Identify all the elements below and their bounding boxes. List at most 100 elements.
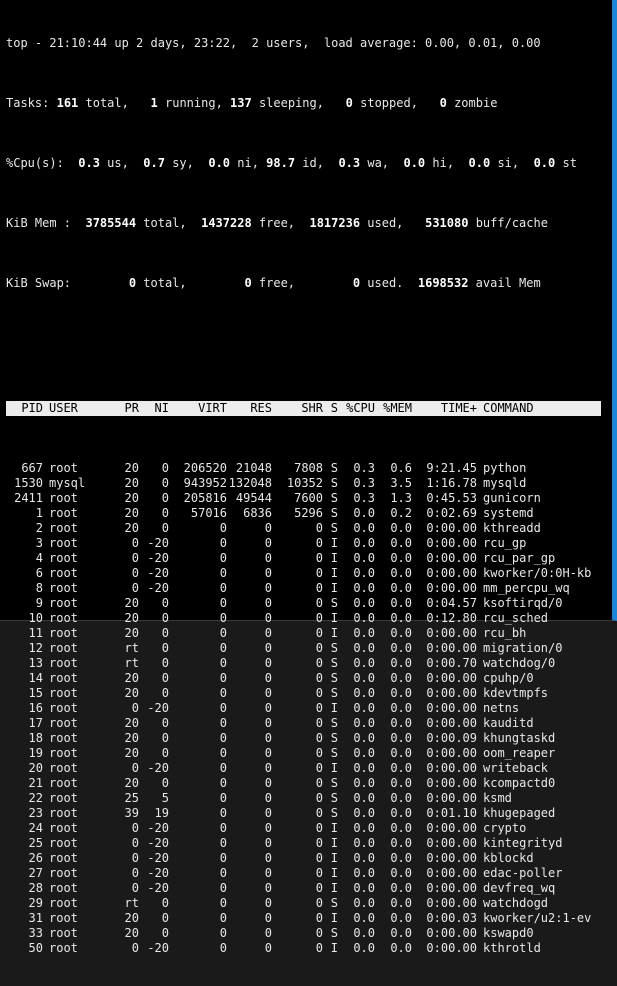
process-row[interactable]: 20 root 0 -20 0 0 0 I 0.0 0.0 0:00.00 writeback xyxy=(6,761,606,776)
col-cpu[interactable]: %CPU xyxy=(338,401,375,416)
cell-mem: 0.0 xyxy=(390,731,412,745)
cell-time: 0:00.00 xyxy=(426,941,477,955)
process-row[interactable]: 11 root 20 0 0 0 0 I 0.0 0.0 0:00.00 rcu_bh xyxy=(6,626,606,641)
cell-virt: 0 xyxy=(219,746,227,760)
cell-cpu: 0.0 xyxy=(353,926,375,940)
col-mem[interactable]: %MEM xyxy=(375,401,412,416)
col-shr[interactable]: SHR xyxy=(272,401,323,416)
process-row[interactable]: 8 root 0 -20 0 0 0 I 0.0 0.0 0:00.00 mm_percpu_wq xyxy=(6,581,606,596)
tasks-stopped-label: stopped, xyxy=(352,96,418,110)
process-row[interactable]: 13 root rt 0 0 0 0 S 0.0 0.0 0:00.70 watchdog/0 xyxy=(6,656,606,671)
process-row[interactable]: 24 root 0 -20 0 0 0 I 0.0 0.0 0:00.00 crypto xyxy=(6,821,606,836)
swap-avail-label: avail Mem xyxy=(468,276,541,290)
cell-command: rcu_gp xyxy=(483,536,527,550)
cell-command: mm_percpu_wq xyxy=(483,581,570,595)
process-row[interactable]: 28 root 0 -20 0 0 0 I 0.0 0.0 0:00.00 devfreq_wq xyxy=(6,881,606,896)
col-virt[interactable]: VIRT xyxy=(169,401,227,416)
process-row[interactable]: 15 root 20 0 0 0 0 S 0.0 0.0 0:00.00 kdevtmpfs xyxy=(6,686,606,701)
cell-user: root xyxy=(49,776,78,790)
cell-shr: 0 xyxy=(315,671,323,685)
col-pr[interactable]: PR xyxy=(109,401,139,416)
cell-mem: 0.0 xyxy=(390,521,412,535)
cell-pr: 20 xyxy=(124,716,139,730)
cell-cpu: 0.0 xyxy=(353,881,375,895)
cell-pid: 11 xyxy=(28,626,43,640)
process-row[interactable]: 25 root 0 -20 0 0 0 I 0.0 0.0 0:00.00 kintegrityd xyxy=(6,836,606,851)
cell-user: root xyxy=(49,596,78,610)
cell-command: mysqld xyxy=(483,476,527,490)
process-row[interactable]: 16 root 0 -20 0 0 0 I 0.0 0.0 0:00.00 netns xyxy=(6,701,606,716)
cell-time: 0:00.00 xyxy=(426,821,477,835)
cell-cpu: 0.0 xyxy=(353,851,375,865)
process-row[interactable]: 10 root 20 0 0 0 0 I 0.0 0.0 0:12.80 rcu_sched xyxy=(6,611,606,626)
process-row[interactable]: 14 root 20 0 0 0 0 S 0.0 0.0 0:00.00 cpuhp/0 xyxy=(6,671,606,686)
process-row[interactable]: 4 root 0 -20 0 0 0 I 0.0 0.0 0:00.00 rcu_par_gp xyxy=(6,551,606,566)
cell-time: 0:00.00 xyxy=(426,701,477,715)
process-row[interactable]: 21 root 20 0 0 0 0 S 0.0 0.0 0:00.00 kcompactd0 xyxy=(6,776,606,791)
cell-pr: 0 xyxy=(131,551,139,565)
cell-ni: 0 xyxy=(161,911,169,925)
cpu-st-label: st xyxy=(555,156,577,170)
process-row[interactable]: 18 root 20 0 0 0 0 S 0.0 0.0 0:00.09 khungtaskd xyxy=(6,731,606,746)
process-row[interactable]: 22 root 25 5 0 0 0 S 0.0 0.0 0:00.00 ksmd xyxy=(6,791,606,806)
process-row[interactable]: 3 root 0 -20 0 0 0 I 0.0 0.0 0:00.00 rcu_gp xyxy=(6,536,606,551)
cell-shr: 0 xyxy=(315,581,323,595)
process-row[interactable]: 29 root rt 0 0 0 0 S 0.0 0.0 0:00.00 watchdogd xyxy=(6,896,606,911)
process-table-body: 667 root 20 0 206520 21048 7808 S 0.3 0.6 9:21.45 p… xyxy=(6,461,606,956)
process-row[interactable]: 2 root 20 0 0 0 0 S 0.0 0.0 0:00.00 kthreadd xyxy=(6,521,606,536)
cell-virt: 0 xyxy=(219,821,227,835)
mem-total-label: total, xyxy=(136,216,187,230)
process-row[interactable]: 33 root 20 0 0 0 0 S 0.0 0.0 0:00.00 kswapd0 xyxy=(6,926,606,941)
cell-pid: 23 xyxy=(28,806,43,820)
swap-free: 0 xyxy=(244,276,252,290)
cpu-si: 0.0 xyxy=(468,156,491,170)
process-row[interactable]: 1 root 20 0 57016 6836 5296 S 0.0 0.2 0:02.69 syste… xyxy=(6,506,606,521)
col-pid[interactable]: PID xyxy=(6,401,43,416)
process-row[interactable]: 17 root 20 0 0 0 0 S 0.0 0.0 0:00.00 kauditd xyxy=(6,716,606,731)
col-res[interactable]: RES xyxy=(227,401,272,416)
process-row[interactable]: 23 root 39 19 0 0 0 S 0.0 0.0 0:01.10 khugepaged xyxy=(6,806,606,821)
cell-res: 0 xyxy=(264,911,272,925)
process-row[interactable]: 6 root 0 -20 0 0 0 I 0.0 0.0 0:00.00 kworker/0:0H-k… xyxy=(6,566,606,581)
cell-virt: 0 xyxy=(219,791,227,805)
cell-virt: 0 xyxy=(219,866,227,880)
cell-res: 0 xyxy=(264,536,272,550)
col-ni[interactable]: NI xyxy=(139,401,169,416)
col-time[interactable]: TIME+ xyxy=(412,401,477,416)
cell-ni: -20 xyxy=(147,836,169,850)
cell-pid: 20 xyxy=(28,761,43,775)
cell-command: kcompactd0 xyxy=(483,776,556,790)
cell-time: 9:21.45 xyxy=(426,461,477,475)
col-s[interactable]: S xyxy=(323,401,338,416)
cell-time: 0:00.00 xyxy=(426,686,477,700)
cell-res: 0 xyxy=(264,581,272,595)
process-row[interactable]: 12 root rt 0 0 0 0 S 0.0 0.0 0:00.00 migration/0 xyxy=(6,641,606,656)
process-row[interactable]: 50 root 0 -20 0 0 0 I 0.0 0.0 0:00.00 kthrotld xyxy=(6,941,606,956)
cell-user: root xyxy=(49,551,78,565)
cell-pr: 0 xyxy=(131,566,139,580)
process-table-header: PID USER PR NI VIRT RES SHR S %CPU %MEM TIME+ COMMA… xyxy=(6,401,601,416)
process-row[interactable]: 26 root 0 -20 0 0 0 I 0.0 0.0 0:00.00 kblockd xyxy=(6,851,606,866)
process-row[interactable]: 2411 root 20 0 205816 49544 7600 S 0.3 1.3 0:45.53… xyxy=(6,491,606,506)
cell-state: S xyxy=(330,776,338,790)
cell-pr: 20 xyxy=(124,476,139,490)
process-row[interactable]: 27 root 0 -20 0 0 0 I 0.0 0.0 0:00.00 edac-poller xyxy=(6,866,606,881)
cell-cpu: 0.0 xyxy=(353,656,375,670)
cell-mem: 0.0 xyxy=(390,596,412,610)
process-row[interactable]: 31 root 20 0 0 0 0 I 0.0 0.0 0:00.03 kworker/u2:1-e… xyxy=(6,911,606,926)
cell-pr: 0 xyxy=(131,536,139,550)
cell-virt: 0 xyxy=(219,881,227,895)
col-user[interactable]: USER xyxy=(43,401,109,416)
process-row[interactable]: 1530 mysql 20 0 943952 132048 10352 S 0.3 3.5 1:16… xyxy=(6,476,606,491)
terminal-window[interactable]: top - 21:10:44 up 2 days, 23:22, 2 users… xyxy=(0,0,617,955)
cell-command: kworker/0:0H-kb xyxy=(483,566,592,580)
col-command[interactable]: COMMAND xyxy=(477,401,597,416)
cell-mem: 0.0 xyxy=(390,866,412,880)
process-row[interactable]: 667 root 20 0 206520 21048 7808 S 0.3 0.6 9:21.45 p… xyxy=(6,461,606,476)
cpu-line: %Cpu(s): 0.3 us, 0.7 sy, 0.0 ni, 98.7 id… xyxy=(6,156,606,171)
cell-mem: 0.0 xyxy=(390,551,412,565)
process-row[interactable]: 19 root 20 0 0 0 0 S 0.0 0.0 0:00.00 oom_reaper xyxy=(6,746,606,761)
cell-state: S xyxy=(330,506,338,520)
process-row[interactable]: 9 root 20 0 0 0 0 S 0.0 0.0 0:04.57 ksoftirqd/0 xyxy=(6,596,606,611)
cell-time: 0:00.00 xyxy=(426,746,477,760)
